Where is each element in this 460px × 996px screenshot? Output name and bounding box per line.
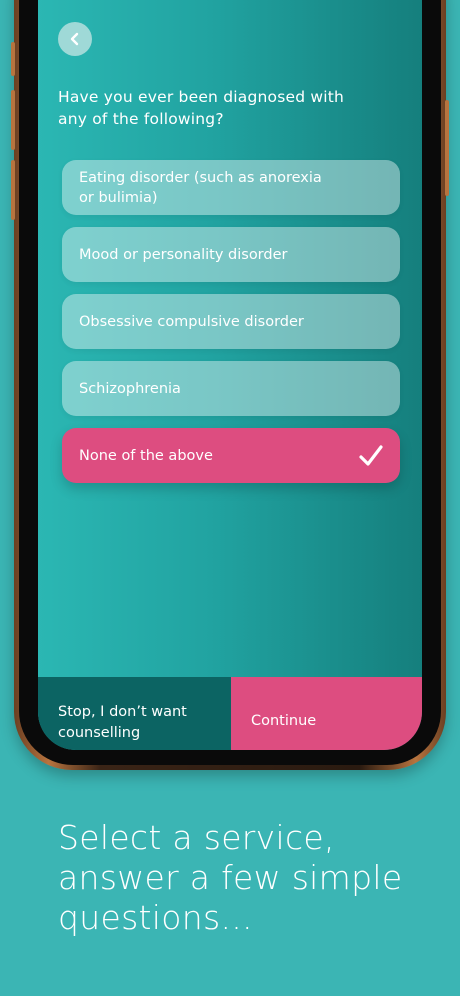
volume-up-button [11, 90, 15, 150]
option-label: Schizophrenia [79, 380, 181, 397]
options-list: Eating disorder (such as anorexia or bul… [62, 160, 400, 495]
option-label: None of the above [79, 447, 213, 464]
back-button[interactable] [58, 22, 92, 56]
option-none-of-the-above[interactable]: None of the above [62, 428, 400, 483]
question-text: Have you ever been diagnosed with any of… [58, 88, 345, 128]
power-button [445, 100, 449, 196]
footer-actions: Stop, I don’t want counselling Continue [38, 677, 422, 750]
caption-line: questions... [58, 898, 253, 937]
caption-line: answer a few simple [58, 858, 403, 897]
option-eating-disorder[interactable]: Eating disorder (such as anorexia or bul… [62, 160, 400, 215]
option-label: Eating disorder (such as anorexia or bul… [79, 169, 322, 206]
chevron-left-icon [70, 32, 79, 46]
continue-button[interactable]: Continue [231, 677, 422, 750]
caption-line: Select a service, [58, 818, 335, 857]
promo-caption: Select a service, answer a few simple qu… [58, 818, 438, 938]
option-label: Obsessive compulsive disorder [79, 313, 304, 330]
option-label: Mood or personality disorder [79, 246, 288, 263]
checkmark-icon [359, 444, 383, 466]
volume-down-button [11, 160, 15, 220]
mute-switch [11, 42, 15, 76]
app-screen: Have you ever been diagnosed with any of… [38, 0, 422, 750]
option-mood-personality-disorder[interactable]: Mood or personality disorder [62, 227, 400, 282]
option-ocd[interactable]: Obsessive compulsive disorder [62, 294, 400, 349]
stop-counselling-button[interactable]: Stop, I don’t want counselling [38, 677, 231, 750]
option-schizophrenia[interactable]: Schizophrenia [62, 361, 400, 416]
